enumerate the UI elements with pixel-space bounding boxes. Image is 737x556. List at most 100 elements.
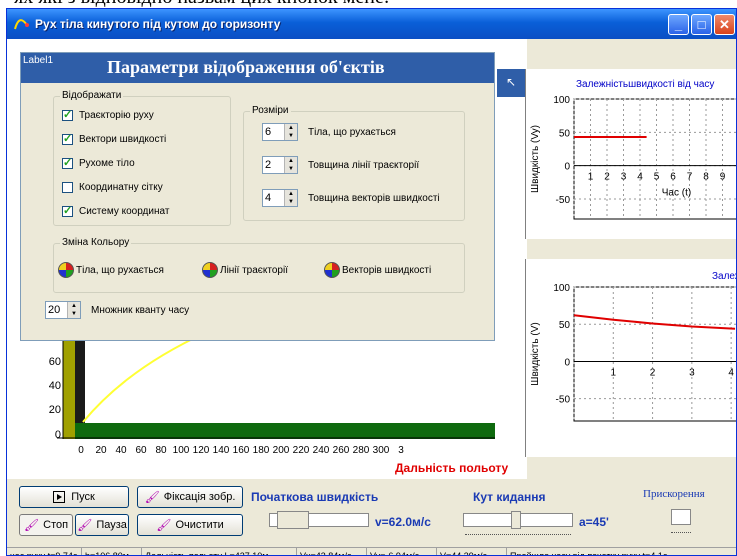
fix-image-button-label: Фіксація зобр. [163,491,236,503]
trajectory-x-tick-label: 100 [173,445,190,456]
checkbox-moving-body-box[interactable] [62,156,73,169]
spin-down-icon[interactable]: ▼ [68,310,80,318]
y-tick-label: -50 [556,395,571,406]
trajectory-x-tick-label: 120 [193,445,210,456]
y-tick-label: 50 [559,128,571,139]
body-size-value[interactable]: 6 [263,124,284,140]
minimize-button[interactable]: _ [668,14,689,35]
checkbox-coordinate-grid-box[interactable] [62,182,73,193]
brush-icon: 🖌 [156,518,172,532]
checkbox-velocity-vectors-box[interactable] [62,132,73,145]
fix-image-button[interactable]: 🖌 Фіксація зобр. [137,486,243,508]
checkbox-moving-body-label: Рухоме тіло [79,158,135,169]
x-tick-label: 4 [728,367,734,378]
y-axis-label: Швидкість (Vy) [530,125,541,193]
velocity-y-graph-panel: Залежністьшвидкості від часу 100 50 0 -50 1 2… [525,69,736,239]
trajectory-y-tick-label: 40 [49,380,61,392]
spin-up-icon[interactable]: ▲ [285,190,297,198]
checkbox-trajectory-box[interactable] [62,108,73,121]
palette-icon [324,262,340,278]
spin-up-icon[interactable]: ▲ [285,157,297,165]
sizes-group-legend: Розміри [250,105,291,116]
checkbox-trajectory[interactable]: Траєкторію руху [62,108,154,121]
trajectory-x-tick-label: 40 [115,445,127,456]
angle-trackbar-thumb[interactable] [511,511,521,529]
speed-trackbar-thumb[interactable] [277,511,309,529]
display-parameters-dialog: Label1 Параметри відображення об'єктів В… [20,52,495,341]
trajectory-width-spinner[interactable]: 2 ▲ ▼ [262,156,298,174]
clear-button-label: Очистити [175,519,224,531]
trajectory-x-tick-label: 220 [293,445,310,456]
vector-width-spinner[interactable]: 4 ▲ ▼ [262,189,298,207]
trajectory-x-tick-label: 140 [213,445,230,456]
dialog-title: Параметри відображення об'єктів [107,57,385,77]
checkbox-coordinate-system[interactable]: Систему координат [62,204,169,217]
time-quantum-value[interactable]: 20 [46,302,67,318]
angle-ticks [465,531,571,535]
trajectory-width-value[interactable]: 2 [263,157,284,173]
checkbox-velocity-vectors-label: Вектори швидкості [79,134,167,145]
x-tick-label: 2 [604,172,610,183]
x-tick-label: 9 [720,172,726,183]
color-change-group: Зміна Кольору Тіла, що рухається Лінії т… [53,237,465,293]
y-tick-label: 0 [564,357,570,368]
maximize-button[interactable]: □ [691,14,712,35]
checkbox-coordinate-system-box[interactable] [62,204,73,217]
brush-icon: 🖌 [77,518,93,532]
body-size-spinner[interactable]: 6 ▲ ▼ [262,123,298,141]
body-size-label: Тіла, що рухається [308,126,396,138]
velocity-y-chart: 100 50 0 -50 1 2 3 4 5 6 7 8 9 Швидкість (Vy) Час (t) [530,95,736,220]
spin-down-icon[interactable]: ▼ [285,132,297,140]
title-bar[interactable]: Рух тіла кинутого під кутом до горизонту… [7,9,736,39]
client-area: 0 20 40 60 0 20 40 60 80 100 120 140 160 180 200 220 240… [7,39,736,555]
trajectory-width-label: Товщина лінії траєкторії [308,159,420,171]
x-tick-label: 1 [611,367,617,378]
app-logo-icon [14,19,29,30]
speed-value: v=62.0м/с [375,515,431,529]
palette-icon [202,262,218,278]
status-bar: час руху t=9,74с h=106,80м Дальність пол… [7,547,736,555]
y-axis-label: Швидкість (V) [530,322,541,385]
ground-strip [75,423,495,439]
plot-frame [573,286,736,422]
start-button[interactable]: Пуск [19,486,129,508]
wall-post [63,335,75,439]
minimize-icon: _ [674,17,683,32]
vector-color-button[interactable]: Векторів швидкості [324,262,431,278]
x-tick-label: 1 [588,172,594,183]
pause-button-label: Пауза [96,519,127,531]
checkbox-velocity-vectors[interactable]: Вектори швидкості [62,132,167,145]
stop-button[interactable]: 🖌 Стоп [19,514,73,536]
checkbox-coordinate-grid[interactable]: Координатну сітку [62,182,163,193]
vector-width-row: 4 ▲ ▼ Товщина векторів швидкості [262,189,440,207]
x-axis-label: Час (t) [662,188,691,199]
time-quantum-spinner[interactable]: 20 ▲ ▼ [45,301,81,319]
trajectory-color-button[interactable]: Лінії траєкторії [202,262,288,278]
trajectory-width-row: 2 ▲ ▼ Товщина лінії траєкторії [262,156,419,174]
brush-icon: 🖌 [144,490,160,504]
clear-button[interactable]: 🖌 Очистити [137,514,243,536]
vector-width-label: Товщина векторів швидкості [308,192,440,204]
status-height: h=106,80м [82,548,142,555]
time-quantum-row: 20 ▲ ▼ Множник кванту часу [45,301,189,319]
spin-up-icon[interactable]: ▲ [285,124,297,132]
trajectory-y-tick-label: 0 [55,429,61,441]
y-tick-label: 100 [553,283,570,294]
distance-axis-label: Дальність польоту [395,461,509,475]
trajectory-x-tick-label: 240 [313,445,330,456]
close-button[interactable]: ✕ [714,14,735,35]
x-tick-label: 5 [654,172,660,183]
spin-down-icon[interactable]: ▼ [285,165,297,173]
acceleration-trackbar[interactable] [671,509,691,525]
x-tick-label: 7 [687,172,693,183]
checkbox-moving-body[interactable]: Рухоме тіло [62,156,135,169]
acceleration-label: Прискорення [643,488,705,500]
body-color-button[interactable]: Тіла, що рухається [58,262,164,278]
y-tick-label: 50 [559,320,571,331]
vector-width-value[interactable]: 4 [263,190,284,206]
x-tick-label: 3 [621,172,627,183]
pause-button[interactable]: 🖌 Пауза [75,514,129,536]
label1: Label1 [23,55,54,66]
spin-up-icon[interactable]: ▲ [68,302,80,310]
spin-down-icon[interactable]: ▼ [285,198,297,206]
